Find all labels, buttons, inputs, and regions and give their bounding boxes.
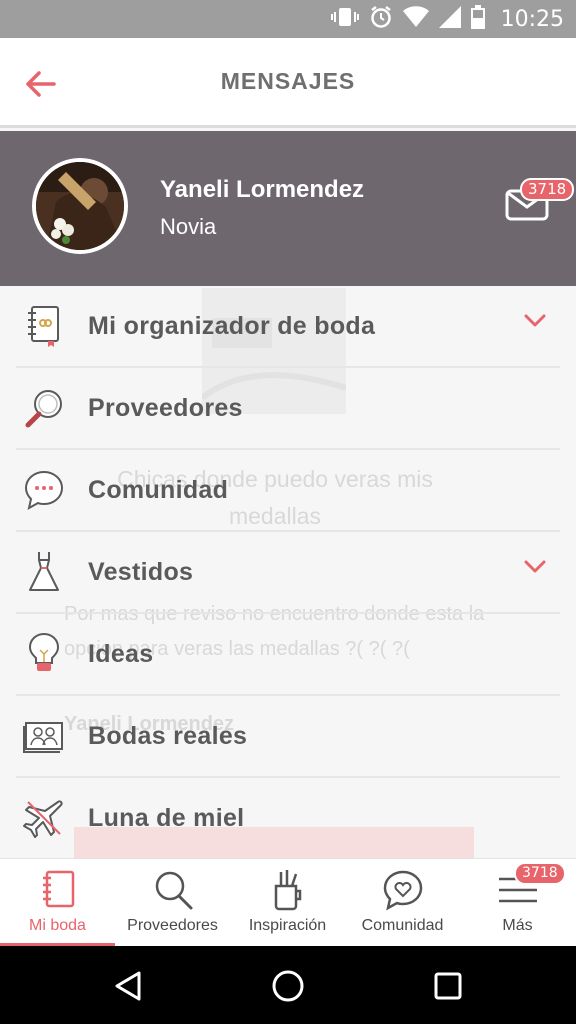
nav-label: Inspiración bbox=[248, 917, 327, 934]
menu-item-luna-de-miel[interactable]: Luna de miel bbox=[16, 778, 560, 858]
dress-icon bbox=[16, 542, 72, 602]
status-icons: 10:25 bbox=[330, 0, 564, 38]
battery-icon bbox=[470, 4, 485, 34]
menu-item-label: Ideas bbox=[88, 639, 154, 668]
circle-home-icon bbox=[272, 970, 304, 1002]
notebook-icon bbox=[16, 296, 72, 356]
more-badge: 3718 bbox=[514, 862, 566, 885]
chevron-down-icon[interactable] bbox=[524, 314, 546, 328]
nav-label: Proveedores bbox=[127, 917, 218, 934]
triangle-back-icon bbox=[115, 971, 141, 1001]
system-home-button[interactable] bbox=[266, 964, 310, 1008]
photo-album-icon bbox=[16, 706, 72, 766]
side-menu: Chicas donde puedo veras mis medallas Po… bbox=[0, 286, 576, 858]
menu-item-vestidos[interactable]: Vestidos bbox=[16, 532, 560, 614]
menu-item-bodas-reales[interactable]: Bodas reales bbox=[16, 696, 560, 778]
nav-proveedores[interactable]: Proveedores bbox=[115, 859, 230, 947]
nav-comunidad[interactable]: Comunidad bbox=[345, 859, 460, 947]
bottom-nav: Mi boda Proveedores Inspiración Comunida… bbox=[0, 858, 576, 947]
system-back-button[interactable] bbox=[106, 964, 150, 1008]
nav-label: Comunidad bbox=[361, 917, 444, 934]
system-nav-bar bbox=[0, 946, 576, 1024]
lightbulb-icon bbox=[16, 624, 72, 684]
menu-item-label: Bodas reales bbox=[88, 721, 248, 750]
status-bar: 10:25 bbox=[0, 0, 576, 38]
status-time: 10:25 bbox=[500, 6, 564, 32]
vibrate-icon bbox=[330, 6, 359, 33]
menu-item-label: Mi organizador de boda bbox=[88, 311, 376, 340]
chat-bubble-icon bbox=[16, 460, 72, 520]
menu-item-label: Vestidos bbox=[88, 557, 194, 586]
menu-item-label: Comunidad bbox=[88, 475, 229, 504]
signal-icon bbox=[438, 5, 461, 33]
menu-item-comunidad[interactable]: Comunidad bbox=[16, 450, 560, 532]
menu-item-ideas[interactable]: Ideas bbox=[16, 614, 560, 696]
app-bar: MENSAJES bbox=[0, 38, 576, 128]
alarm-icon bbox=[369, 5, 393, 34]
square-recents-icon bbox=[434, 972, 462, 1000]
nav-mi-boda[interactable]: Mi boda bbox=[0, 859, 115, 947]
system-recents-button[interactable] bbox=[426, 964, 470, 1008]
magnifier-icon bbox=[16, 378, 72, 438]
profile-name: Yaneli Lormendez bbox=[160, 176, 365, 203]
magnifier-icon bbox=[115, 867, 230, 913]
nav-label: Más bbox=[502, 917, 533, 934]
menu-item-proveedores[interactable]: Proveedores bbox=[16, 368, 560, 450]
menu-item-label: Proveedores bbox=[88, 393, 243, 422]
avatar[interactable] bbox=[32, 158, 128, 254]
messages-badge: 3718 bbox=[520, 178, 575, 201]
airplane-icon bbox=[16, 788, 72, 848]
nav-label: Mi boda bbox=[29, 917, 86, 934]
profile-role: Novia bbox=[160, 214, 217, 239]
menu-item-label: Luna de miel bbox=[88, 803, 245, 832]
menu-item-organizador[interactable]: Mi organizador de boda bbox=[16, 286, 560, 368]
chevron-down-icon[interactable] bbox=[524, 560, 546, 574]
brush-cup-icon bbox=[230, 867, 345, 913]
page-title: MENSAJES bbox=[220, 68, 356, 94]
heart-chat-icon bbox=[345, 867, 460, 913]
profile-header: Yaneli Lormendez Novia bbox=[0, 131, 576, 286]
nav-inspiracion[interactable]: Inspiración bbox=[230, 859, 345, 947]
wifi-icon bbox=[402, 5, 429, 33]
notebook-icon bbox=[0, 867, 115, 913]
